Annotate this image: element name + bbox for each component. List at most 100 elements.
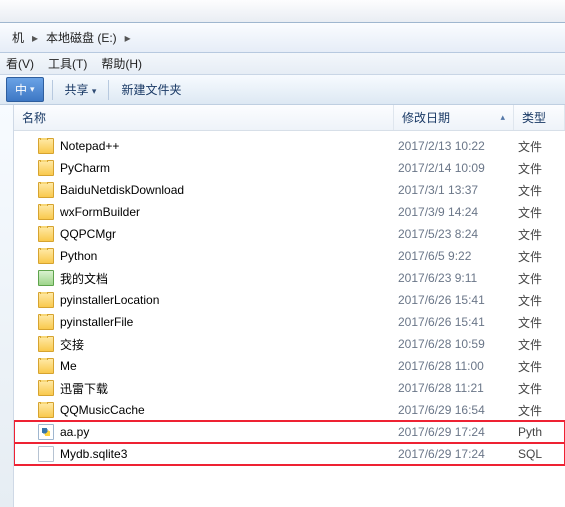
file-name: BaiduNetdiskDownload <box>60 183 184 197</box>
sort-asc-icon: ▴ <box>500 112 505 123</box>
menu-bar: 看(V) 工具(T) 帮助(H) <box>0 53 565 75</box>
file-type: 文件 <box>514 160 565 177</box>
file-date: 2017/6/29 17:24 <box>394 425 514 439</box>
file-type: 文件 <box>514 358 565 375</box>
file-type: 文件 <box>514 292 565 309</box>
file-name: QQMusicCache <box>60 403 145 417</box>
file-row[interactable]: PyCharm 2017/2/14 10:09文件 <box>14 157 565 179</box>
include-in-library-button[interactable]: 中 ▾ <box>6 77 44 102</box>
file-date: 2017/6/26 15:41 <box>394 315 514 329</box>
column-name[interactable]: 名称 <box>14 105 394 130</box>
file-date: 2017/2/13 10:22 <box>394 139 514 153</box>
file-date: 2017/6/29 17:24 <box>394 447 514 461</box>
file-row[interactable]: aa.py 2017/6/29 17:24Pyth <box>14 421 565 443</box>
file-date: 2017/6/5 9:22 <box>394 249 514 263</box>
file-name: Python <box>60 249 97 263</box>
folder-icon <box>38 160 54 176</box>
share-button[interactable]: 共享 ▾ <box>61 78 101 101</box>
column-date-label: 修改日期 <box>402 109 450 126</box>
columns-header: 名称 修改日期 ▴ 类型 <box>14 105 565 131</box>
menu-help[interactable]: 帮助(H) <box>101 55 142 72</box>
column-date[interactable]: 修改日期 ▴ <box>394 105 514 130</box>
file-row[interactable]: wxFormBuilder 2017/3/9 14:24文件 <box>14 201 565 223</box>
breadcrumb-seg-computer[interactable]: 机 <box>6 27 30 48</box>
file-row[interactable]: pyinstallerLocation 2017/6/26 15:41文件 <box>14 289 565 311</box>
file-type: 文件 <box>514 270 565 287</box>
file-type: 文件 <box>514 380 565 397</box>
file-date: 2017/6/23 9:11 <box>394 271 514 285</box>
folder-icon <box>38 204 54 220</box>
file-name: Notepad++ <box>60 139 119 153</box>
file-name: Mydb.sqlite3 <box>60 447 127 461</box>
file-row[interactable]: Notepad++ 2017/2/13 10:22文件 <box>14 135 565 157</box>
file-icon <box>38 446 54 462</box>
file-row[interactable]: QQMusicCache 2017/6/29 16:54文件 <box>14 399 565 421</box>
file-type: SQL <box>514 447 565 461</box>
folder-icon <box>38 248 54 264</box>
documents-folder-icon <box>38 270 54 286</box>
file-name: 交接 <box>60 336 84 353</box>
breadcrumb[interactable]: 机 ▸ 本地磁盘 (E:) ▸ <box>0 23 565 53</box>
file-list-pane: 名称 修改日期 ▴ 类型 Notepad++2017/2/13 10:22文件P… <box>14 105 565 507</box>
file-type: 文件 <box>514 248 565 265</box>
file-row[interactable]: 迅雷下载 2017/6/28 11:21文件 <box>14 377 565 399</box>
file-date: 2017/6/29 16:54 <box>394 403 514 417</box>
chevron-right-icon[interactable]: ▸ <box>123 31 133 45</box>
file-row[interactable]: BaiduNetdiskDownload 2017/3/1 13:37文件 <box>14 179 565 201</box>
main-area: 名称 修改日期 ▴ 类型 Notepad++2017/2/13 10:22文件P… <box>0 105 565 507</box>
file-date: 2017/6/28 11:00 <box>394 359 514 373</box>
file-type: 文件 <box>514 204 565 221</box>
toolbar: 中 ▾ 共享 ▾ 新建文件夹 <box>0 75 565 105</box>
file-type: 文件 <box>514 314 565 331</box>
column-type[interactable]: 类型 <box>514 105 565 130</box>
file-date: 2017/6/26 15:41 <box>394 293 514 307</box>
menu-tools[interactable]: 工具(T) <box>48 55 87 72</box>
file-row[interactable]: QQPCMgr 2017/5/23 8:24文件 <box>14 223 565 245</box>
folder-icon <box>38 402 54 418</box>
menu-view[interactable]: 看(V) <box>6 55 34 72</box>
file-type: Pyth <box>514 425 565 439</box>
folder-icon <box>38 292 54 308</box>
file-name: QQPCMgr <box>60 227 116 241</box>
chevron-down-icon: ▾ <box>30 84 35 95</box>
file-name: pyinstallerLocation <box>60 293 159 307</box>
file-type: 文件 <box>514 138 565 155</box>
file-name: wxFormBuilder <box>60 205 140 219</box>
chevron-right-icon[interactable]: ▸ <box>30 31 40 45</box>
breadcrumb-seg-drive[interactable]: 本地磁盘 (E:) <box>40 27 123 48</box>
file-name: PyCharm <box>60 161 110 175</box>
new-folder-button[interactable]: 新建文件夹 <box>117 78 185 101</box>
file-row[interactable]: Mydb.sqlite3 2017/6/29 17:24SQL <box>14 443 565 465</box>
file-date: 2017/2/14 10:09 <box>394 161 514 175</box>
file-date: 2017/3/9 14:24 <box>394 205 514 219</box>
browser-tab-bar <box>0 0 565 23</box>
file-name: aa.py <box>60 425 89 439</box>
file-row[interactable]: 交接2017/6/28 10:59文件 <box>14 333 565 355</box>
file-type: 文件 <box>514 182 565 199</box>
folder-icon <box>38 226 54 242</box>
share-label: 共享 <box>65 83 89 97</box>
file-row[interactable]: Me 2017/6/28 11:00文件 <box>14 355 565 377</box>
file-type: 文件 <box>514 402 565 419</box>
file-name: 迅雷下载 <box>60 380 108 397</box>
file-row[interactable]: Python 2017/6/5 9:22文件 <box>14 245 565 267</box>
chevron-down-icon: ▾ <box>92 86 97 96</box>
file-date: 2017/6/28 11:21 <box>394 381 514 395</box>
file-name: Me <box>60 359 77 373</box>
file-date: 2017/3/1 13:37 <box>394 183 514 197</box>
file-name: pyinstallerFile <box>60 315 133 329</box>
folder-icon <box>38 336 54 352</box>
separator <box>52 80 53 100</box>
file-row[interactable]: 我的文档 2017/6/23 9:11文件 <box>14 267 565 289</box>
folder-icon <box>38 182 54 198</box>
nav-pane-sliver[interactable] <box>0 105 14 507</box>
file-type: 文件 <box>514 226 565 243</box>
file-row[interactable]: pyinstallerFile 2017/6/26 15:41文件 <box>14 311 565 333</box>
folder-icon <box>38 358 54 374</box>
file-date: 2017/5/23 8:24 <box>394 227 514 241</box>
python-file-icon <box>38 424 54 440</box>
file-name: 我的文档 <box>60 270 108 287</box>
separator <box>108 80 109 100</box>
file-list: Notepad++2017/2/13 10:22文件PyCharm2017/2/… <box>14 135 565 465</box>
include-label: 中 <box>15 81 27 98</box>
